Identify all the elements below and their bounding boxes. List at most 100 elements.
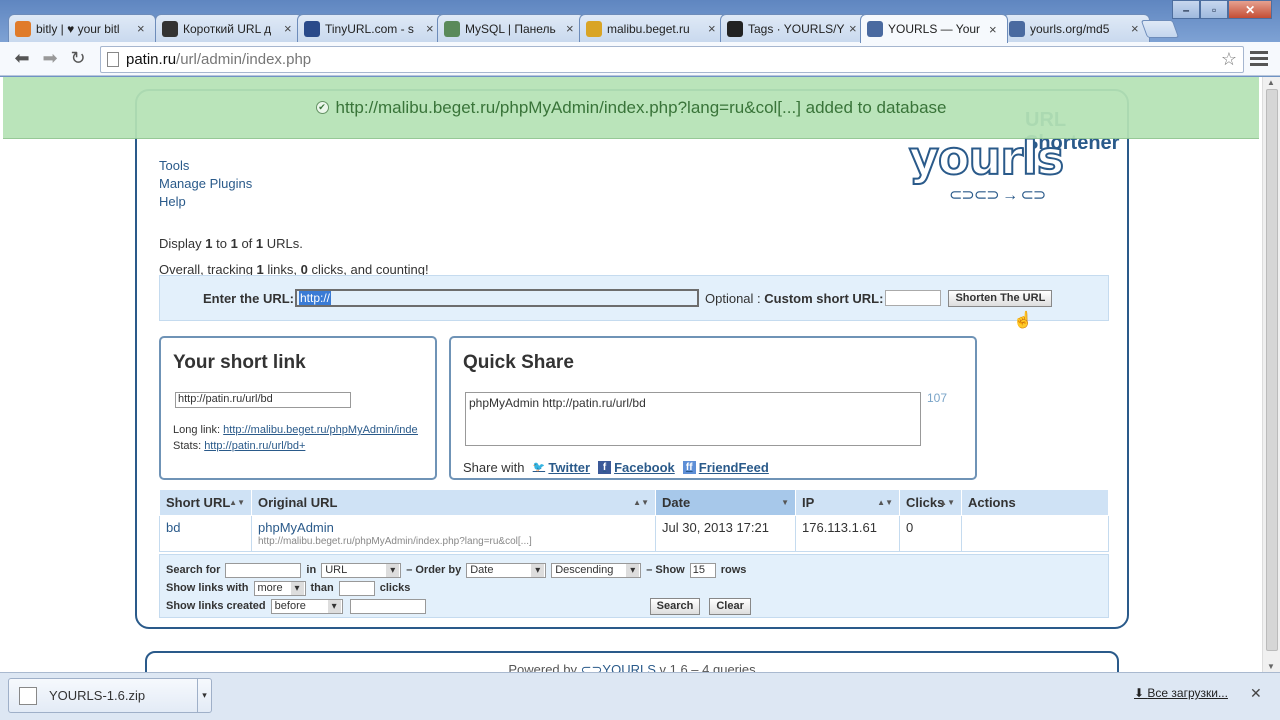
col-short-url[interactable]: Short URL ▲▼ — [159, 489, 252, 516]
url-input[interactable]: http:// — [295, 289, 699, 307]
menu-tools[interactable]: Tools — [159, 157, 252, 175]
checkmark-icon: ✔ — [315, 101, 329, 114]
download-menu-icon[interactable]: ▾ — [197, 679, 211, 712]
quick-share-title: Quick Share — [463, 352, 574, 373]
custom-short-url-input[interactable] — [885, 290, 942, 306]
order-by-select[interactable]: Date — [466, 562, 547, 578]
show-links-with-label: Show links with — [166, 582, 249, 594]
vertical-scrollbar[interactable]: ▲ ▼ — [1262, 77, 1280, 672]
browser-tab[interactable]: MySQL | Панель × — [437, 14, 585, 42]
minimize-button[interactable]: – — [1172, 0, 1201, 19]
tab-title: MySQL | Панель — [465, 21, 556, 36]
tab-close-icon[interactable]: × — [708, 21, 720, 36]
col-clicks[interactable]: Clicks ▲▼ — [899, 489, 962, 516]
browser-tab[interactable]: malibu.beget.ru × — [579, 14, 727, 42]
show-label: – Show — [646, 564, 685, 576]
download-item[interactable]: YOURLS-1.6.zip ▾ — [8, 678, 212, 713]
short-url-link[interactable]: bd — [166, 520, 180, 535]
stats-link[interactable]: http://patin.ru/url/bd+ — [204, 440, 305, 452]
browser-tab[interactable]: Короткий URL д × — [155, 14, 303, 42]
before-after-select[interactable]: before — [270, 598, 343, 614]
long-link[interactable]: http://malibu.beget.ru/phpMyAdmin/index.… — [223, 424, 418, 436]
share-links: Share with 🐦 Twitter f Facebook ff FriendFe… — [463, 460, 769, 475]
browser-tab[interactable]: TinyURL.com - s × — [297, 14, 445, 42]
page-viewport: URL Shortener Tools Manage Plugins Help … — [0, 77, 1262, 672]
clicks-count-input[interactable] — [338, 580, 375, 596]
tab-title: Короткий URL д — [183, 21, 272, 36]
maximize-button[interactable]: ▫ — [1200, 0, 1229, 19]
col-original-url[interactable]: Original URL ▲▼ — [251, 489, 656, 516]
scroll-thumb[interactable] — [1266, 89, 1278, 651]
new-tab-button[interactable] — [1140, 20, 1180, 38]
tab-favicon-icon — [304, 20, 320, 37]
clear-button[interactable]: Clear — [709, 597, 751, 615]
reload-icon[interactable]: ↻ — [64, 45, 92, 73]
col-actions: Actions — [961, 489, 1109, 516]
col-date[interactable]: Date ▼ — [655, 489, 796, 516]
yourls-footer-link[interactable]: ⊂⊃YOURLS — [581, 662, 656, 672]
ip-cell: 176.113.1.61 — [795, 515, 900, 552]
menu-help[interactable]: Help — [159, 193, 252, 211]
order-by-label: – Order by — [406, 564, 462, 576]
tab-close-icon[interactable]: × — [566, 21, 578, 36]
search-button[interactable]: Search — [649, 597, 701, 615]
search-in-select[interactable]: URL — [321, 562, 402, 578]
tab-close-icon[interactable]: × — [137, 21, 149, 36]
short-link-field[interactable]: http://patin.ru/url/bd — [175, 392, 351, 408]
mouse-cursor-icon: ☝ — [1013, 312, 1033, 329]
window-controls: – ▫ ✕ — [1172, 0, 1272, 20]
tab-favicon-icon — [15, 20, 31, 37]
date-cell: Jul 30, 2013 17:21 — [655, 515, 796, 552]
address-url: patin.ru/url/admin/index.php — [126, 51, 312, 68]
original-title-link[interactable]: phpMyAdmin — [258, 520, 334, 535]
shorten-url-button[interactable]: Shorten The URL — [948, 289, 1053, 307]
browser-tab[interactable]: bitly | ♥ your bitl × — [8, 14, 156, 42]
quick-share-box: Quick Share phpMyAdmin http://patin.ru/u… — [449, 336, 977, 480]
browser-tab[interactable]: yourls.org/md5 × — [1002, 14, 1150, 42]
table-row: bd phpMyAdmin http://malibu.beget.ru/php… — [159, 515, 1109, 552]
more-less-select[interactable]: more — [253, 580, 306, 596]
chain-icon: ⊂⊃⊂⊃ → ⊂⊃ — [949, 187, 1046, 204]
tab-title: YOURLS — Your — [888, 22, 981, 36]
yourls-logo[interactable]: yourls ⊂⊃⊂⊃ → ⊂⊃ — [908, 134, 1109, 213]
close-download-bar-icon[interactable]: ✕ — [1250, 685, 1262, 702]
custom-short-url-label: Custom short URL: — [764, 290, 884, 306]
close-window-button[interactable]: ✕ — [1228, 0, 1272, 19]
col-ip[interactable]: IP ▲▼ — [795, 489, 900, 516]
tab-favicon-icon — [444, 20, 460, 37]
share-twitter[interactable]: 🐦 Twitter — [532, 460, 590, 475]
back-icon[interactable]: ⬅ — [8, 45, 36, 73]
tab-title: TinyURL.com - s — [325, 21, 414, 36]
actions-cell — [961, 515, 1109, 552]
tab-close-icon[interactable]: × — [989, 22, 1001, 37]
share-friendfeed[interactable]: ff FriendFeed — [682, 460, 769, 475]
clicks-cell: 0 — [899, 515, 962, 552]
browser-tab[interactable]: YOURLS — Your × — [860, 14, 1008, 43]
page-icon — [107, 52, 119, 67]
address-bar[interactable]: patin.ru/url/admin/index.php ☆ — [100, 46, 1244, 73]
share-textarea[interactable]: phpMyAdmin http://patin.ru/url/bd — [465, 392, 921, 446]
rows-count-input[interactable]: 15 — [689, 562, 716, 578]
download-bar: YOURLS-1.6.zip ▾ ⬇ Все загрузки... ✕ — [0, 672, 1280, 720]
tab-title: Tags · YOURLS/Y — [748, 21, 845, 36]
search-text-input[interactable] — [225, 562, 302, 578]
date-input[interactable] — [349, 598, 426, 614]
share-facebook[interactable]: f Facebook — [598, 460, 675, 475]
scroll-up-icon[interactable]: ▲ — [1267, 78, 1275, 87]
scroll-down-icon[interactable]: ▼ — [1267, 662, 1275, 671]
tab-title: bitly | ♥ your bitl — [36, 21, 120, 36]
bookmark-star-icon[interactable]: ☆ — [1221, 49, 1237, 70]
tab-favicon-icon — [867, 21, 883, 37]
menu-icon[interactable] — [1250, 48, 1268, 69]
all-downloads-link[interactable]: ⬇ Все загрузки... — [1134, 686, 1228, 700]
tab-favicon-icon — [1009, 20, 1025, 37]
admin-menu: Tools Manage Plugins Help — [159, 157, 252, 211]
order-direction-select[interactable]: Descending — [551, 562, 642, 578]
browser-tab[interactable]: Tags · YOURLS/Y × — [720, 14, 868, 42]
tab-title: malibu.beget.ru — [607, 21, 690, 36]
forward-icon[interactable]: ➡ — [36, 45, 64, 73]
char-count: 107 — [927, 391, 948, 405]
menu-manage-plugins[interactable]: Manage Plugins — [159, 175, 252, 193]
tab-close-icon[interactable]: × — [284, 21, 296, 36]
footer: Powered by ⊂⊃YOURLS v 1.6 – 4 queries — [145, 651, 1119, 672]
